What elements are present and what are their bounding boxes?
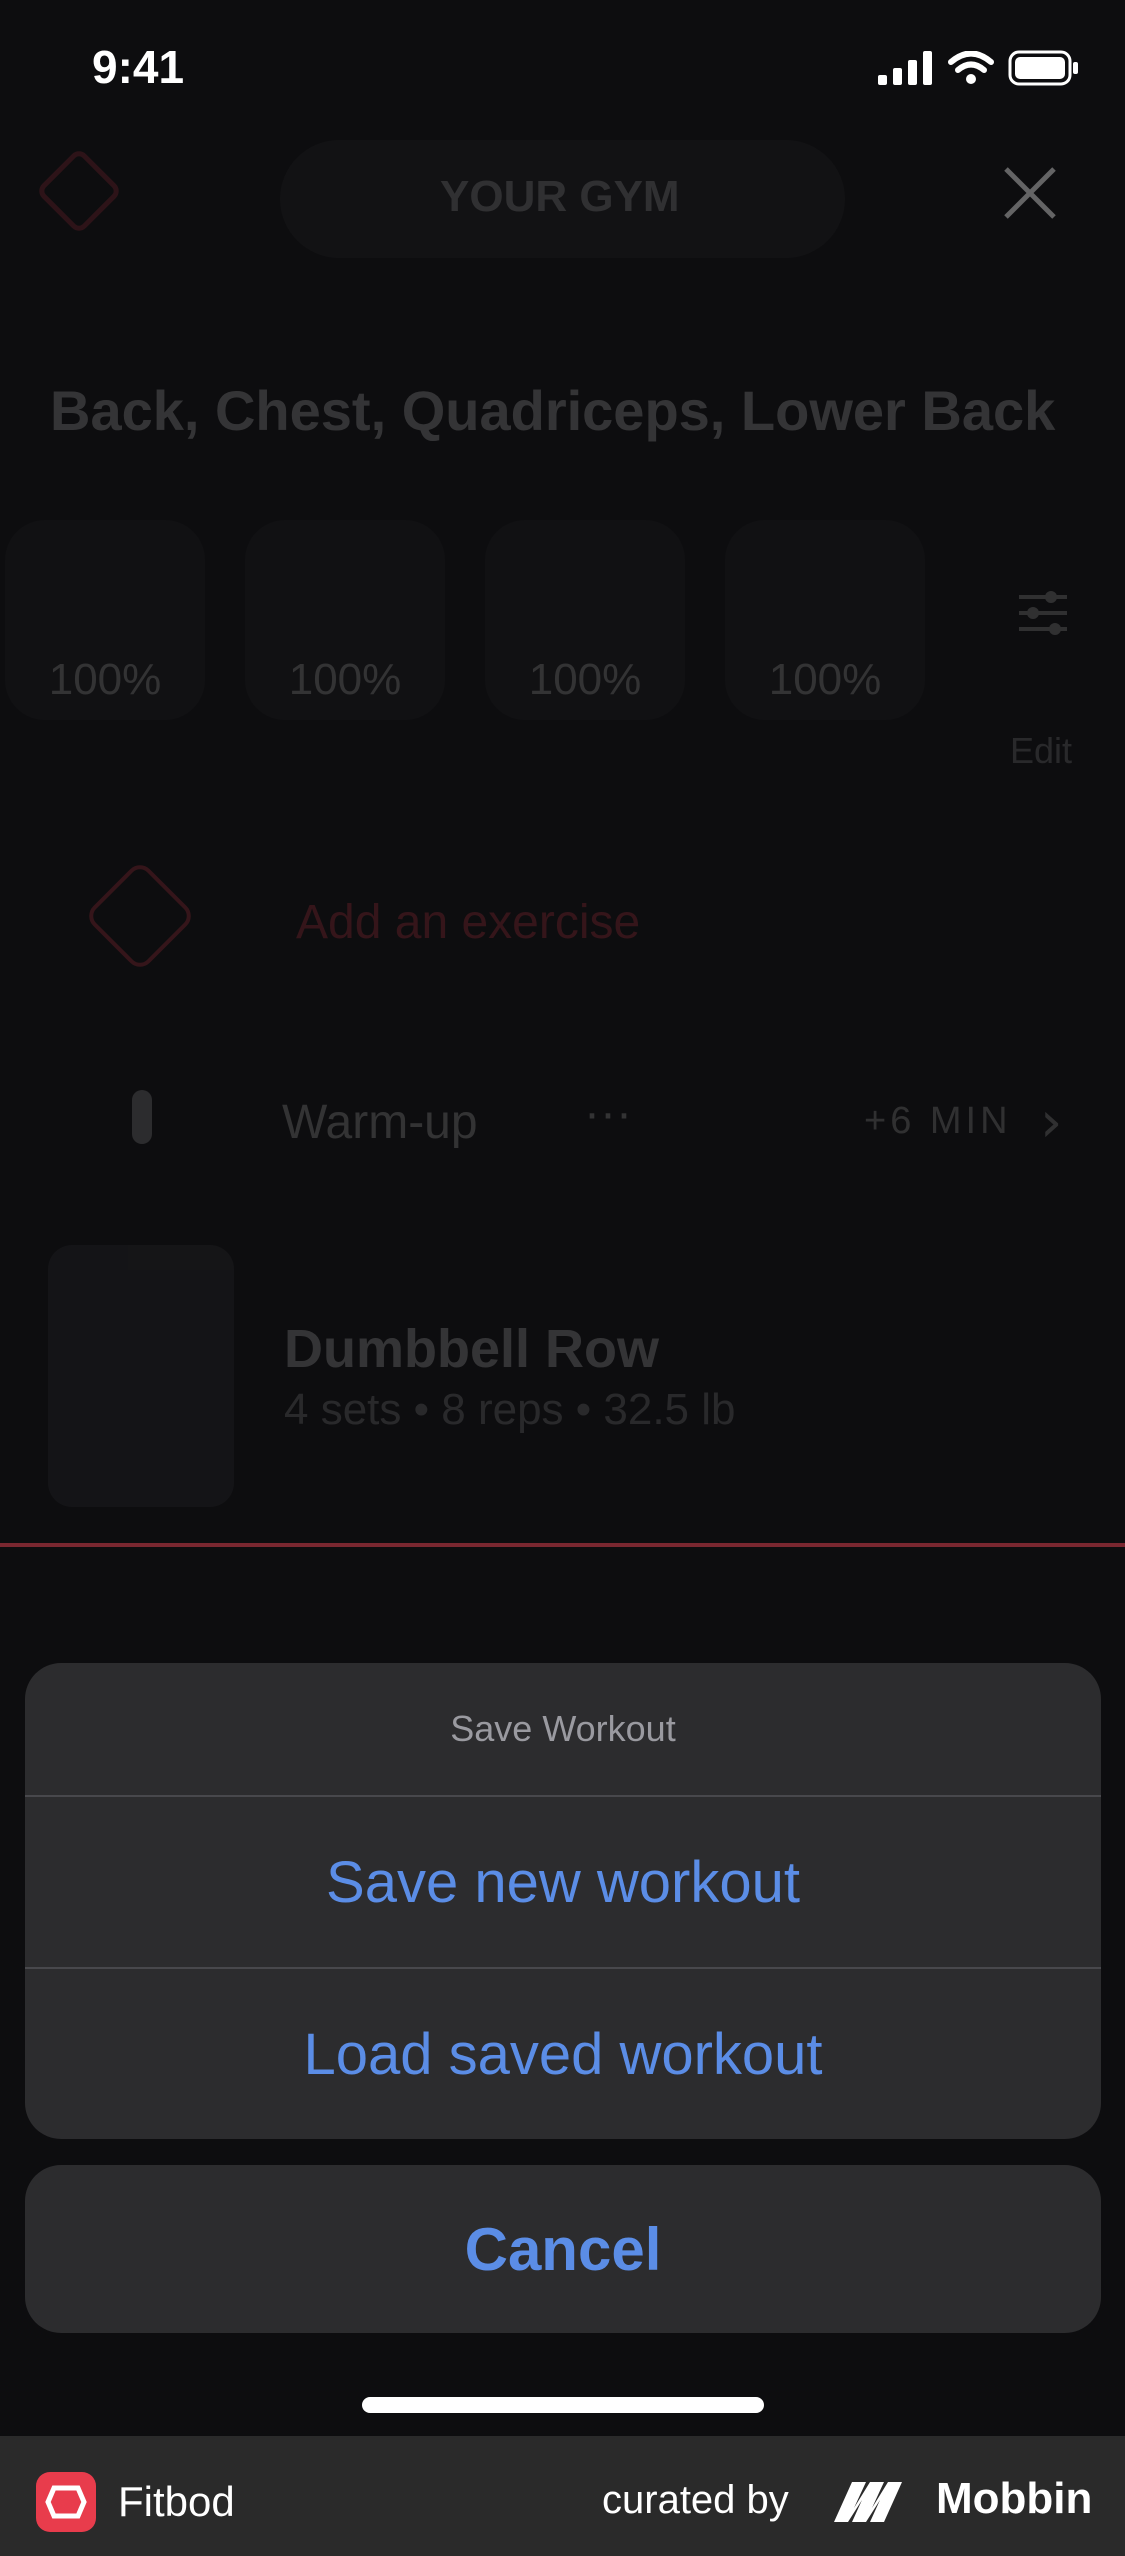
load-saved-workout-button[interactable]: Load saved workout: [25, 1969, 1101, 2139]
muscle-recovery-lower-back: 100%: [768, 655, 882, 704]
background-app: YOUR GYM Back, Chest, Quadriceps, Lower …: [0, 0, 1125, 1545]
action-sheet-title: Save Workout: [450, 1708, 676, 1749]
add-exercise-label: Add an exercise: [296, 896, 641, 949]
footer-app-name: Fitbod: [118, 2478, 235, 2525]
fitbod-app-icon: [36, 2472, 96, 2532]
battery-icon: [1008, 50, 1078, 86]
muscle-groups-title: Back, Chest, Quadriceps, Lower Back: [50, 379, 1056, 442]
action-sheet: Save Workout Save new workout Load saved…: [25, 1663, 1101, 2139]
cancel-button[interactable]: Cancel: [25, 2165, 1101, 2333]
sliders-icon: [1019, 591, 1067, 635]
warmup-more-icon: ···: [584, 1087, 632, 1140]
exercise-thumbnail: [48, 1245, 234, 1507]
home-indicator: [362, 2397, 764, 2413]
status-time: 9:41: [92, 41, 185, 93]
muscle-recovery-back: 100%: [48, 655, 162, 704]
status-bar: 9:41: [0, 0, 1125, 140]
thermometer-icon: [132, 1090, 152, 1144]
fitbod-logo-icon: [35, 147, 123, 235]
wifi-icon: [948, 51, 994, 84]
muscle-recovery-chest: 100%: [288, 655, 402, 704]
status-icons: [878, 50, 1080, 86]
muscle-recovery-quadriceps: 100%: [528, 655, 642, 704]
save-new-workout-button[interactable]: Save new workout: [25, 1797, 1101, 1967]
exercise-detail: 4 sets • 8 reps • 32.5 lb: [284, 1385, 736, 1434]
footer-curated-label: curated by: [602, 2478, 789, 2522]
exercise-name: Dumbbell Row: [284, 1319, 659, 1379]
edit-muscles-label: Edit: [1010, 730, 1073, 771]
mobbin-logo-icon: [834, 2482, 902, 2522]
footer-brand: Mobbin: [936, 2474, 1093, 2523]
close-icon[interactable]: [1000, 163, 1060, 223]
gym-label: YOUR GYM: [440, 172, 680, 221]
warmup-duration: +6 MIN: [864, 1100, 1012, 1142]
progress-divider: [0, 1543, 1125, 1547]
cellular-signal-icon: [878, 51, 932, 85]
add-exercise-icon: [83, 859, 197, 973]
chevron-right-icon: ›: [1040, 1090, 1063, 1155]
warmup-label: Warm-up: [282, 1096, 478, 1149]
